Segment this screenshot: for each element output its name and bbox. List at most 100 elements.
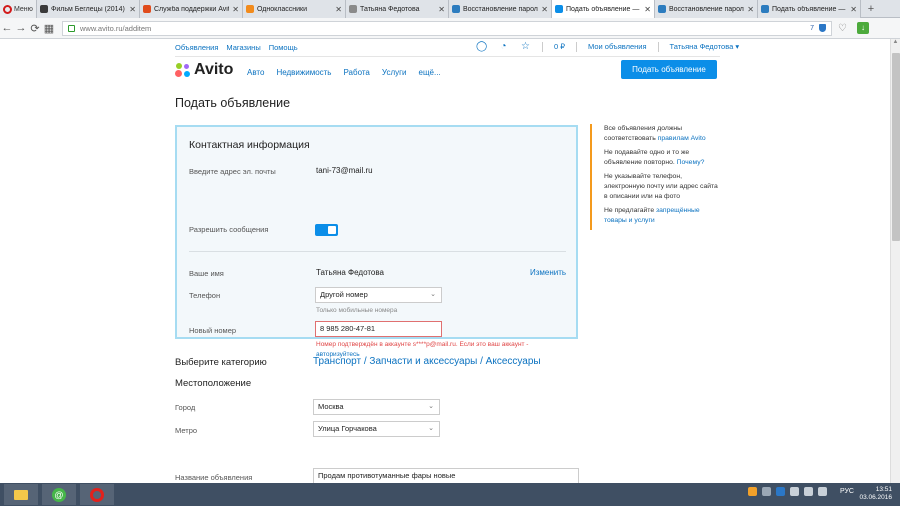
nav-more[interactable]: ещё... — [419, 68, 441, 77]
phone-hint: Только мобильные номера — [316, 307, 398, 314]
tab-close-icon[interactable]: ✕ — [747, 5, 754, 14]
toggle-knob — [328, 226, 336, 234]
tab-close-icon[interactable]: ✕ — [129, 5, 136, 14]
name-value: Татьяна Федотова — [316, 268, 384, 277]
nav-jobs[interactable]: Работа — [343, 68, 369, 77]
browser-tab[interactable]: Восстановление пароля ✕ — [655, 0, 758, 18]
new-number-value: 8 985 280-47-81 — [320, 324, 376, 333]
reload-icon[interactable]: ⟳ — [28, 22, 42, 35]
error-text: Номер подтверждён в аккаунте s****p@mail… — [316, 341, 529, 348]
scroll-thumb[interactable] — [892, 53, 900, 241]
tab-title: Служба поддержки Avito — [154, 5, 230, 13]
tab-title: Подать объявление — О — [772, 5, 848, 13]
logo-dots-icon — [175, 62, 191, 78]
browser-tab[interactable]: Фильм Беглецы (2014) он ✕ — [37, 0, 140, 18]
tray-app-icon[interactable] — [747, 487, 757, 496]
speed-dial-icon[interactable]: ▦ — [42, 22, 56, 35]
top-link-ads[interactable]: Объявления — [175, 43, 218, 52]
tab-title: Восстановление пароля — [463, 5, 539, 13]
heart-icon[interactable]: ♡ — [838, 23, 847, 34]
phone-label: Телефон — [189, 291, 221, 300]
nav-services[interactable]: Услуги — [382, 68, 407, 77]
tab-favicon-icon — [349, 5, 357, 13]
tray-app-icon[interactable] — [789, 487, 799, 496]
tab-title: Фильм Беглецы (2014) он — [51, 5, 127, 13]
header-divider — [175, 56, 720, 57]
edit-name-link[interactable]: Изменить — [530, 268, 566, 277]
clock-time: 13:51 — [875, 486, 892, 493]
browser-menu-button[interactable]: Меню — [0, 0, 37, 18]
shield-icon[interactable] — [819, 24, 826, 32]
back-arrow-icon[interactable]: ← — [0, 22, 14, 34]
metro-select[interactable]: Улица Горчакова ⌄ — [313, 421, 440, 437]
category-path-link[interactable]: Транспорт / Запчасти и аксессуары / Аксе… — [313, 356, 541, 367]
chevron-down-icon: ⌄ — [428, 403, 434, 410]
taskbar-agent[interactable]: @ — [42, 484, 76, 505]
volume-icon[interactable] — [817, 487, 827, 496]
tab-title: Одноклассники — [257, 5, 308, 13]
allow-messages-toggle[interactable] — [315, 224, 338, 236]
forward-arrow-icon[interactable]: → — [14, 22, 28, 34]
metro-select-value: Улица Горчакова — [318, 424, 377, 433]
rule-item: Не указывайте телефон, электронную почту… — [604, 172, 720, 202]
notifications-icon[interactable]: ◔ — [498, 41, 509, 52]
nav-realty[interactable]: Недвижимость — [276, 68, 331, 77]
new-number-input[interactable]: 8 985 280-47-81 — [315, 321, 442, 337]
divider — [542, 41, 543, 52]
browser-tab-active[interactable]: Подать объявление — Он ✕ — [552, 0, 655, 18]
favorites-star-icon[interactable]: ☆ — [520, 41, 531, 52]
tab-favicon-icon — [40, 5, 48, 13]
browser-tab[interactable]: Подать объявление — О ✕ — [758, 0, 861, 18]
avito-logo[interactable]: Avito — [175, 61, 233, 79]
taskbar-explorer[interactable] — [4, 484, 38, 505]
browser-tab[interactable]: Служба поддержки Avito ✕ — [140, 0, 243, 18]
rule-text: Не предлагайте — [604, 207, 656, 214]
nav-auto[interactable]: Авто — [247, 68, 264, 77]
browser-tab[interactable]: Одноклассники ✕ — [243, 0, 346, 18]
user-menu[interactable]: Татьяна Федотова ▾ — [670, 42, 740, 51]
scroll-up-icon[interactable]: ▲ — [891, 39, 900, 49]
contact-heading: Контактная информация — [189, 139, 310, 151]
top-link-help[interactable]: Помощь — [269, 43, 298, 52]
phone-select-value: Другой номер — [320, 290, 368, 299]
browser-tab[interactable]: Восстановление пароля ✕ — [449, 0, 552, 18]
tab-close-icon[interactable]: ✕ — [335, 5, 342, 14]
post-ad-button[interactable]: Подать объявление — [621, 60, 717, 79]
taskbar-opera[interactable] — [80, 484, 114, 505]
folder-icon — [14, 489, 28, 500]
clock-date: 03.06.2016 — [859, 494, 892, 501]
rules-link[interactable]: правилам Avito — [658, 135, 706, 142]
tab-close-icon[interactable]: ✕ — [850, 5, 857, 14]
download-icon[interactable]: ↓ — [856, 22, 869, 34]
tab-close-icon[interactable]: ✕ — [232, 5, 239, 14]
section-divider — [189, 251, 566, 252]
tab-close-icon[interactable]: ✕ — [644, 5, 651, 14]
page-content: Объявления Магазины Помощь ◯ ◔ ☆ 0 ₽ Мои… — [0, 39, 890, 483]
wallet-balance[interactable]: 0 ₽ — [554, 42, 565, 51]
page-scrollbar[interactable]: ▲ — [890, 39, 900, 483]
lock-icon — [68, 24, 75, 32]
language-indicator[interactable]: РУС — [840, 488, 854, 495]
tab-close-icon[interactable]: ✕ — [438, 5, 445, 14]
taskbar-clock[interactable]: 13:51 03.06.2016 — [859, 486, 892, 502]
url-field[interactable]: www.avito.ru/additem 7 — [62, 20, 832, 36]
opera-logo-icon — [3, 4, 12, 14]
my-ads-link[interactable]: Мои объявления — [588, 42, 647, 51]
url-text[interactable]: www.avito.ru/additem — [80, 24, 805, 33]
phone-select[interactable]: Другой номер ⌄ — [315, 287, 442, 303]
tab-favicon-icon — [555, 5, 563, 13]
tray-app-icon[interactable] — [761, 487, 771, 496]
tray-app-icon[interactable] — [775, 487, 785, 496]
city-select[interactable]: Москва ⌄ — [313, 399, 440, 415]
why-link[interactable]: Почему? — [677, 159, 705, 166]
network-icon[interactable] — [803, 487, 813, 496]
tab-close-icon[interactable]: ✕ — [541, 5, 548, 14]
new-number-label: Новый номер — [189, 326, 237, 335]
divider — [576, 41, 578, 52]
messages-icon[interactable]: ◯ — [476, 41, 487, 52]
browser-tab[interactable]: Татьяна Федотова ✕ — [346, 0, 449, 18]
top-link-shops[interactable]: Магазины — [226, 43, 260, 52]
new-tab-icon[interactable]: + — [861, 0, 881, 17]
tab-favicon-icon — [143, 5, 151, 13]
ad-title-input[interactable]: Продам противотуманные фары новые — [313, 468, 579, 483]
